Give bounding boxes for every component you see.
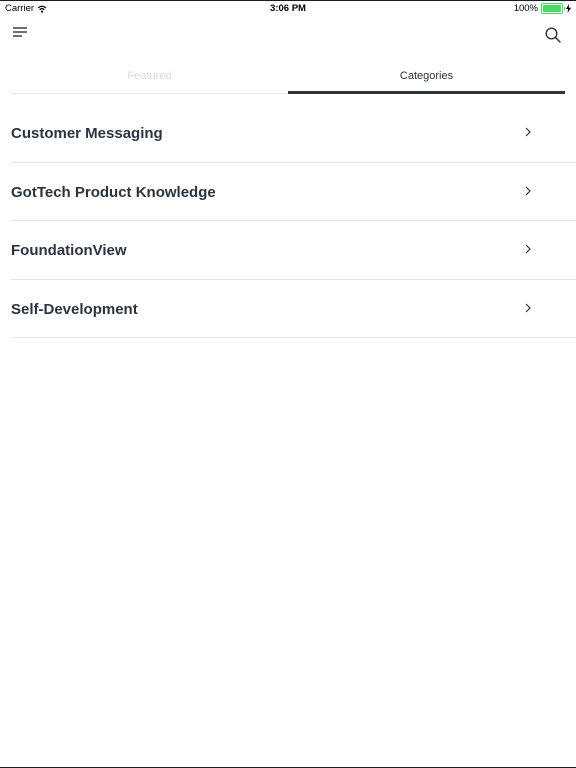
tab-featured[interactable]: Featured: [11, 60, 288, 94]
nav-bar: [0, 20, 576, 48]
category-label: GotTech Product Knowledge: [11, 183, 216, 201]
category-item-customer-messaging[interactable]: Customer Messaging: [11, 104, 576, 163]
chevron-right-icon: [525, 127, 531, 137]
status-time: 3:06 PM: [270, 3, 306, 14]
chevron-right-icon: [525, 186, 531, 196]
chevron-right-icon: [525, 244, 531, 254]
category-item-foundationview[interactable]: FoundationView: [11, 221, 576, 280]
category-item-gottech-product-knowledge[interactable]: GotTech Product Knowledge: [11, 163, 576, 222]
status-battery-group: 100%: [514, 3, 571, 14]
battery-percent: 100%: [513, 3, 538, 14]
category-label: FoundationView: [11, 242, 127, 260]
category-label: Self-Development: [11, 300, 138, 318]
tab-categories[interactable]: Categories: [288, 60, 565, 94]
battery-fill: [543, 5, 561, 12]
bolt-icon: [566, 4, 571, 13]
category-item-self-development[interactable]: Self-Development: [11, 280, 576, 339]
category-label: Customer Messaging: [11, 125, 163, 142]
category-list: Customer Messaging GotTech Product Knowl…: [11, 104, 576, 339]
search-icon[interactable]: [544, 26, 562, 44]
battery-icon: [541, 3, 565, 14]
status-bar: Carrier 3:06 PM 100%: [0, 1, 576, 17]
chevron-right-icon: [525, 303, 531, 313]
menu-icon[interactable]: [12, 26, 30, 40]
battery-cap: [563, 7, 565, 10]
tab-bar: Featured Categories: [11, 60, 565, 94]
